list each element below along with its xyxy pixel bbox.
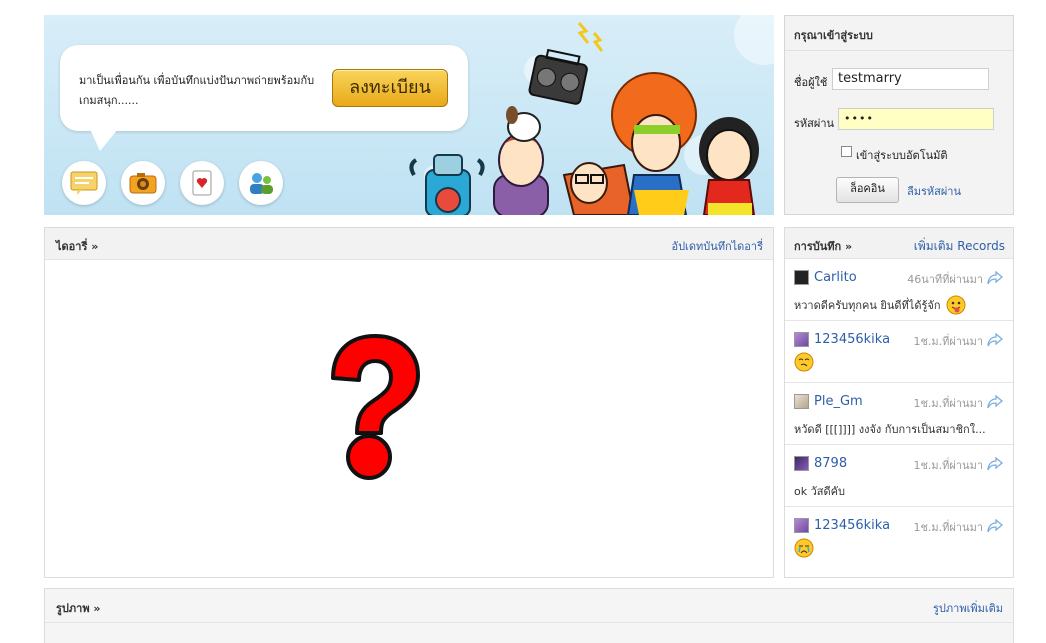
- avatar[interactable]: [794, 394, 809, 409]
- crying-emoticon-icon: [794, 538, 814, 558]
- records-header: การบันทึก » เพิ่มเติม Records: [785, 228, 1013, 259]
- record-username[interactable]: Carlito: [814, 270, 857, 285]
- record-time: 1ช.ม.ที่ผ่านมา: [913, 335, 983, 348]
- record-username[interactable]: Ple_Gm: [814, 394, 863, 409]
- banner: มาเป็นเพื่อนกัน เพื่อบันทึกแบ่งปันภาพถ่า…: [44, 15, 774, 215]
- cartoon-characters-illustration: [409, 22, 759, 215]
- chat-icon[interactable]: [62, 161, 106, 205]
- diary-header: ไดอารี่ » อัปเดทบันทึกไดอารี่: [45, 228, 773, 260]
- record-username[interactable]: 123456kika: [814, 332, 890, 347]
- record-time: 1ช.ม.ที่ผ่านมา: [913, 459, 983, 472]
- record-item: 123456kika 1ช.ม.ที่ผ่านมา: [785, 321, 1013, 383]
- share-arrow-icon[interactable]: [987, 333, 1003, 347]
- record-message: หวาดดีครับทุกคน ยินดีที่ได้รู้จัก: [794, 299, 941, 312]
- records-title[interactable]: การบันทึก »: [794, 237, 852, 255]
- username-label: ชื่อผู้ใช้: [794, 76, 828, 89]
- share-arrow-icon[interactable]: [987, 457, 1003, 471]
- username-field[interactable]: testmarry: [832, 68, 989, 90]
- share-arrow-icon[interactable]: [987, 395, 1003, 409]
- camera-icon[interactable]: [121, 161, 165, 205]
- more-records-link[interactable]: เพิ่มเติม Records: [914, 237, 1005, 256]
- diary-panel: ไดอารี่ » อัปเดทบันทึกไดอารี่: [44, 227, 774, 578]
- record-message: หวัดดี [[[]]]] งงจัง กับการเป็นสมาชิกใ..…: [794, 423, 986, 436]
- more-photos-link[interactable]: รูปภาพเพิ่มเติม: [933, 599, 1003, 617]
- card-icon[interactable]: [180, 161, 224, 205]
- record-item: Ple_Gm 1ช.ม.ที่ผ่านมา หวัดดี [[[]]]] งงจ…: [785, 383, 1013, 445]
- record-item: Carlito 46นาทีที่ผ่านมา หวาดดีครับทุกคน …: [785, 259, 1013, 321]
- remember-checkbox[interactable]: [841, 146, 852, 157]
- people-icon[interactable]: [239, 161, 283, 205]
- avatar[interactable]: [794, 456, 809, 471]
- password-field[interactable]: ••••: [838, 108, 994, 130]
- photos-panel: รูปภาพ » รูปภาพเพิ่มเติม: [44, 588, 1014, 643]
- share-arrow-icon[interactable]: [987, 519, 1003, 533]
- photos-title[interactable]: รูปภาพ »: [56, 599, 101, 617]
- update-diary-link[interactable]: อัปเดทบันทึกไดอารี่: [671, 237, 763, 255]
- dizzy-emoticon-icon: [794, 352, 814, 372]
- question-mark-icon: [331, 334, 420, 480]
- avatar[interactable]: [794, 332, 809, 347]
- record-time: 1ช.ม.ที่ผ่านมา: [913, 521, 983, 534]
- avatar[interactable]: [794, 518, 809, 533]
- login-title: กรุณาเข้าสู่ระบบ: [794, 29, 873, 42]
- remember-label: เข้าสู่ระบบอัตโนมัติ: [856, 149, 948, 162]
- records-list: Carlito 46นาทีที่ผ่านมา หวาดดีครับทุกคน …: [785, 259, 1013, 569]
- password-label: รหัสผ่าน: [794, 117, 835, 130]
- banner-text: มาเป็นเพื่อนกัน เพื่อบันทึกแบ่งปันภาพถ่า…: [79, 74, 315, 107]
- record-message: ok วัสดีคับ: [794, 485, 845, 498]
- record-username[interactable]: 123456kika: [814, 518, 890, 533]
- forgot-password-link[interactable]: ลืมรหัสผ่าน: [907, 182, 961, 200]
- photos-header: รูปภาพ » รูปภาพเพิ่มเติม: [45, 589, 1013, 623]
- record-time: 1ช.ม.ที่ผ่านมา: [913, 397, 983, 410]
- tongue-emoticon-icon: [946, 295, 966, 315]
- record-username[interactable]: 8798: [814, 456, 847, 471]
- login-panel: กรุณาเข้าสู่ระบบ ชื่อผู้ใช้ testmarry รห…: [784, 15, 1014, 215]
- divider: [785, 50, 1013, 51]
- record-time: 46นาทีที่ผ่านมา: [907, 273, 983, 286]
- record-item: 8798 1ช.ม.ที่ผ่านมา ok วัสดีคับ: [785, 445, 1013, 507]
- record-item: 123456kika 1ช.ม.ที่ผ่านมา: [785, 507, 1013, 569]
- avatar[interactable]: [794, 270, 809, 285]
- diary-title[interactable]: ไดอารี่ »: [56, 237, 98, 255]
- login-button[interactable]: ล็อคอิน: [836, 177, 899, 203]
- share-arrow-icon[interactable]: [987, 271, 1003, 285]
- records-panel: การบันทึก » เพิ่มเติม Records Carlito 46…: [784, 227, 1014, 578]
